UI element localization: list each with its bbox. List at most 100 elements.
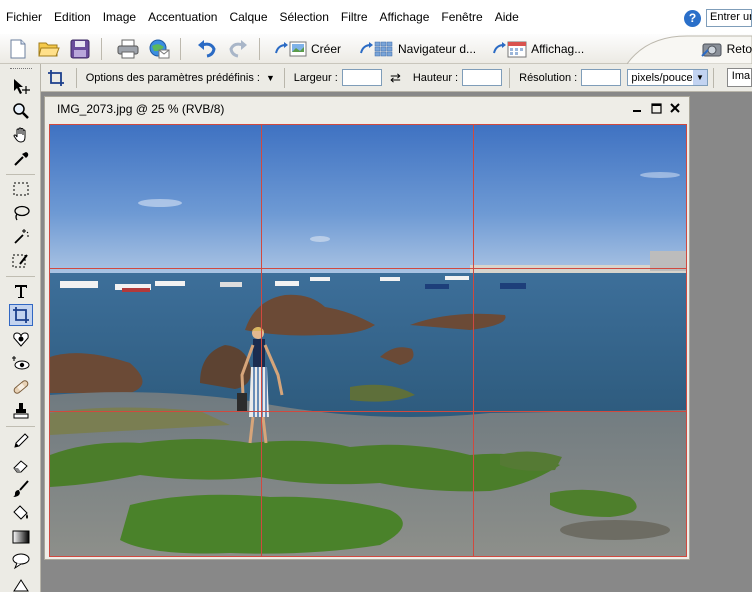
navigator-button[interactable]: Navigateur d...: [359, 36, 476, 62]
hand-tool[interactable]: [9, 124, 33, 146]
minimize-icon: [633, 110, 641, 112]
maximize-button[interactable]: [648, 101, 664, 115]
eraser-icon: [13, 460, 28, 473]
menu-fichier[interactable]: Fichier: [0, 0, 48, 34]
gradient-icon: [12, 530, 30, 544]
print-button[interactable]: [115, 36, 141, 62]
help-search-input[interactable]: Entrer ur: [706, 9, 752, 27]
open-folder-button[interactable]: [36, 36, 62, 62]
brush-tool[interactable]: [9, 478, 33, 500]
marquee-tool[interactable]: [9, 178, 33, 200]
email-button[interactable]: [146, 36, 172, 62]
red-eye-tool[interactable]: [9, 328, 33, 350]
tool-options-bar: Options des paramètres prédéfinis : ▼ La…: [41, 64, 752, 92]
paint-bucket-tool[interactable]: [9, 502, 33, 524]
main-toolbar: Créer Navigateur d... Affichag... Reto: [0, 34, 752, 64]
crop-icon: [47, 69, 64, 86]
magic-wand-tool[interactable]: [9, 226, 33, 248]
create-button[interactable]: Créer: [274, 36, 341, 62]
undo-icon: [198, 39, 216, 57]
menu-image[interactable]: Image: [97, 0, 142, 34]
globe-mail-icon: [149, 39, 170, 58]
selection-brush-tool[interactable]: [9, 250, 33, 272]
menu-calque[interactable]: Calque: [223, 0, 273, 34]
retouch-button[interactable]: Reto: [700, 34, 752, 64]
selection-brush-icon: [12, 254, 28, 268]
close-icon: [670, 103, 680, 113]
height-label: Hauteur :: [412, 71, 459, 84]
width-label: Largeur :: [293, 71, 338, 84]
menu-accentuation[interactable]: Accentuation: [142, 0, 223, 34]
view-button[interactable]: Affichag...: [492, 36, 584, 62]
new-file-button[interactable]: [5, 36, 31, 62]
zoom-tool[interactable]: [9, 100, 33, 122]
create-label: Créer: [311, 41, 342, 56]
options-separator: [712, 67, 714, 88]
undo-button[interactable]: [194, 36, 220, 62]
front-image-button[interactable]: Ima: [726, 68, 752, 87]
resolution-unit-select[interactable]: pixels/pouce ▼: [627, 69, 708, 86]
eyedropper-tool[interactable]: [9, 148, 33, 170]
menu-edition[interactable]: Edition: [48, 0, 97, 34]
current-tool-indicator[interactable]: [41, 65, 71, 91]
crop-icon: [13, 307, 29, 323]
lasso-icon: [14, 205, 30, 221]
move-tool[interactable]: [9, 76, 33, 98]
maximize-icon: [650, 102, 662, 114]
save-icon: [70, 39, 90, 58]
marquee-icon: [13, 182, 29, 196]
minimize-button[interactable]: [629, 101, 645, 115]
retouch-label: Reto: [726, 42, 752, 56]
toolbar-separator: [180, 37, 181, 60]
healing-brush-tool[interactable]: [9, 376, 33, 398]
save-button[interactable]: [67, 36, 93, 62]
document-title-bar[interactable]: IMG_2073.jpg @ 25 % (RVB/8): [45, 97, 689, 120]
menu-affichage[interactable]: Affichage: [374, 0, 436, 34]
redo-button[interactable]: [225, 36, 251, 62]
menu-fenetre[interactable]: Fenêtre: [435, 0, 488, 34]
grid-line-vertical-right: [473, 125, 474, 556]
height-input[interactable]: [462, 69, 503, 86]
gradient-tool[interactable]: [9, 526, 33, 548]
help-icon[interactable]: ?: [684, 9, 701, 27]
shape-tool[interactable]: [9, 550, 33, 572]
menu-selection[interactable]: Sélection: [274, 0, 335, 34]
grid-line-horizontal-top: [50, 268, 686, 269]
stamp-icon: [13, 403, 29, 419]
toolbar-separator: [259, 37, 260, 60]
image-canvas[interactable]: [49, 124, 687, 557]
resolution-label: Résolution :: [519, 71, 578, 84]
view-label: Affichag...: [531, 41, 585, 56]
magic-wand-icon: [14, 229, 29, 244]
width-input[interactable]: [341, 69, 382, 86]
eraser-tool[interactable]: [9, 454, 33, 476]
swap-dimensions-icon[interactable]: ⇄: [390, 70, 401, 86]
new-file-icon: [10, 39, 26, 58]
grid-line-vertical-left: [261, 125, 262, 556]
menu-bar: Fichier Edition Image Accentuation Calqu…: [0, 0, 752, 34]
help-search: ? Entrer ur: [684, 9, 752, 27]
magnifier-icon: [13, 103, 29, 119]
resolution-unit-value: pixels/pouce: [631, 71, 693, 84]
spot-healing-tool[interactable]: [9, 352, 33, 374]
pencil-tool[interactable]: [9, 430, 33, 452]
palette-grip[interactable]: [10, 68, 32, 71]
menu-filtre[interactable]: Filtre: [335, 0, 374, 34]
tool-separator: [6, 276, 35, 277]
lasso-tool[interactable]: [9, 202, 33, 224]
move-arrow-icon: [14, 79, 30, 94]
resolution-input[interactable]: [581, 69, 622, 86]
hand-icon: [13, 127, 26, 143]
tool-separator: [6, 174, 35, 175]
text-tool[interactable]: [9, 280, 33, 302]
presets-label[interactable]: Options des paramètres prédéfinis :: [86, 72, 260, 84]
triangle-shape-tool[interactable]: [9, 574, 33, 592]
options-separator: [509, 67, 511, 88]
crop-tool[interactable]: [9, 304, 33, 326]
navigator-label: Navigateur d...: [398, 41, 477, 56]
menu-aide[interactable]: Aide: [489, 0, 525, 34]
clone-stamp-tool[interactable]: [9, 400, 33, 422]
open-folder-icon: [38, 42, 60, 56]
close-button[interactable]: [667, 101, 683, 115]
presets-dropdown-arrow[interactable]: ▼: [266, 73, 275, 83]
